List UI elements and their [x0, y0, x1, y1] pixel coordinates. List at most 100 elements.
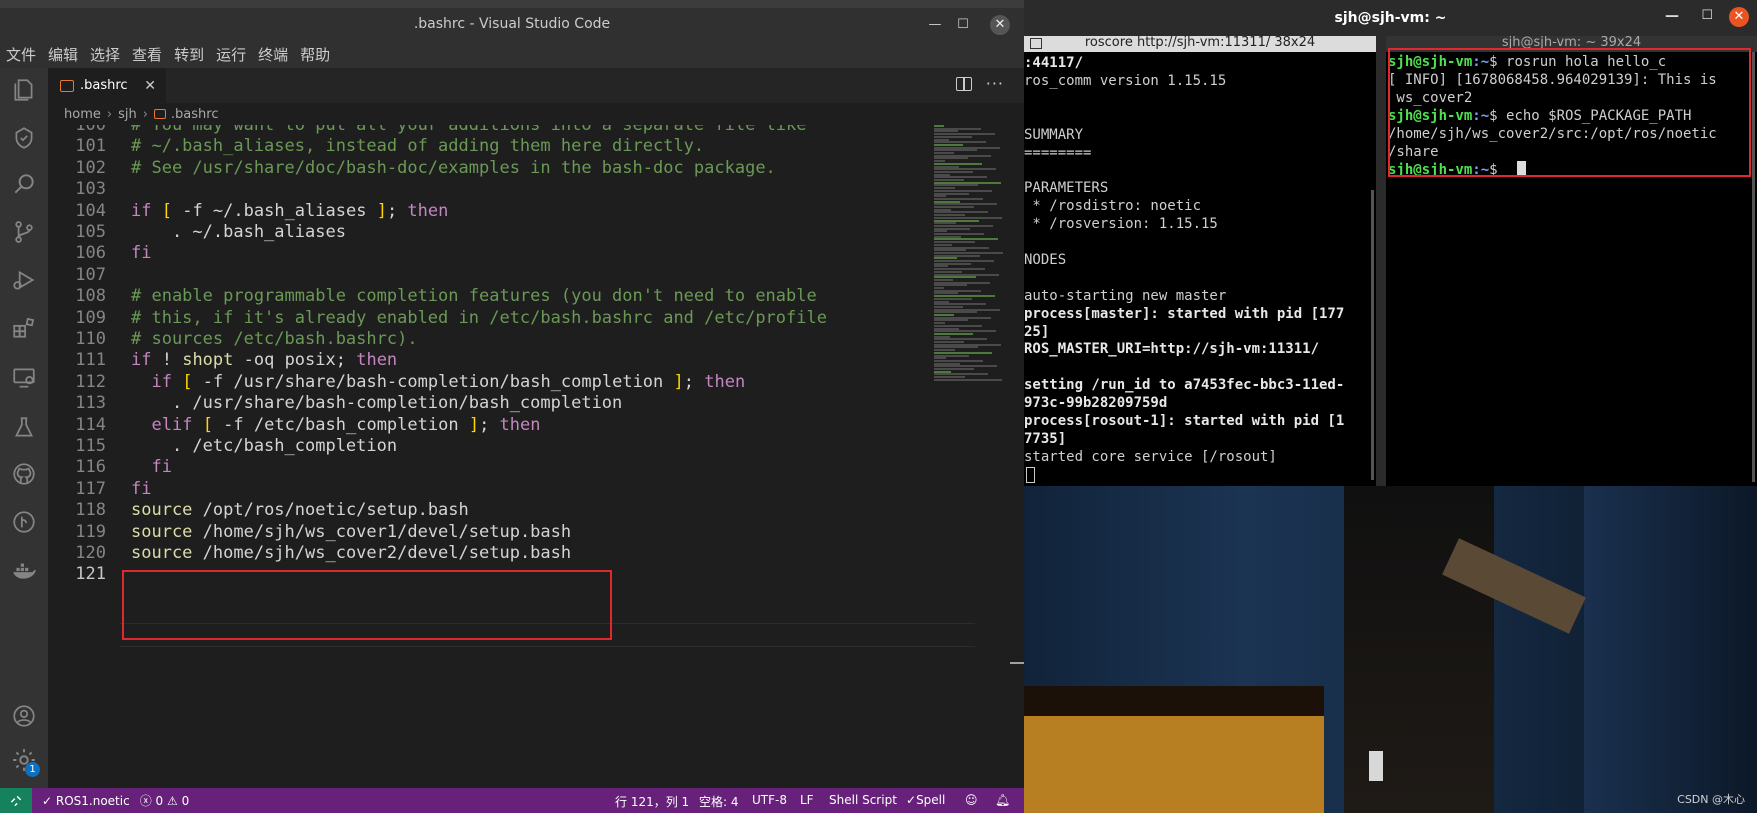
menu-view[interactable]: 查看: [132, 44, 162, 65]
code-line[interactable]: 113 . /usr/share/bash-completion/bash_co…: [48, 391, 928, 415]
code-line[interactable]: 103: [48, 177, 928, 201]
more-actions-icon[interactable]: ···: [986, 74, 1004, 93]
code-line[interactable]: 112 if [ -f /usr/share/bash-completion/b…: [48, 370, 928, 394]
pane-divider[interactable]: [1376, 36, 1386, 486]
code-line[interactable]: 102 # See /usr/share/doc/bash-doc/example…: [48, 156, 928, 180]
chevron-right-icon: ›: [142, 106, 148, 122]
testing-icon[interactable]: [0, 408, 48, 448]
indentation[interactable]: 空格: 4: [699, 793, 739, 810]
minimap-line: [934, 338, 987, 341]
feedback-icon[interactable]: ☺: [965, 793, 978, 807]
tab-bashrc[interactable]: .bashrc ✕: [48, 68, 166, 103]
maximize-button[interactable]: ☐: [954, 16, 972, 34]
code-text: # sources /etc/bash.bashrc).: [131, 329, 418, 349]
minimap-line: [934, 222, 956, 225]
window-title: .bashrc - Visual Studio Code: [413, 16, 611, 32]
extensions-icon[interactable]: [0, 308, 48, 348]
menu-edit[interactable]: 编辑: [48, 44, 78, 65]
vscode-titlebar: .bashrc - Visual Studio Code — ☐ ✕: [0, 8, 1024, 40]
code-line[interactable]: 116 fi: [48, 455, 928, 479]
remote-explorer-icon[interactable]: [0, 358, 48, 398]
github-icon[interactable]: [0, 454, 48, 494]
close-button[interactable]: ✕: [990, 15, 1010, 35]
menu-go[interactable]: 转到: [174, 44, 204, 65]
code-line[interactable]: 110 # sources /etc/bash.bashrc).: [48, 327, 928, 351]
minimap-line: [934, 341, 964, 343]
minimap-line: [934, 187, 955, 190]
search-icon[interactable]: [0, 164, 48, 204]
menu-selection[interactable]: 选择: [90, 44, 120, 65]
code-line[interactable]: 114 elif [ -f /etc/bash_completion ]; th…: [48, 413, 928, 437]
breadcrumb-file[interactable]: .bashrc: [171, 107, 219, 122]
code-line[interactable]: 101 # ~/.bash_aliases, instead of adding …: [48, 134, 928, 158]
breadcrumb-home[interactable]: home: [64, 107, 101, 122]
minimap-line: [934, 314, 954, 316]
pane1-scrollbar[interactable]: [1371, 190, 1374, 480]
code-line[interactable]: 108 # enable programmable completion feat…: [48, 284, 928, 308]
close-button[interactable]: ✕: [1729, 7, 1749, 27]
spell-checker[interactable]: ✓Spell: [906, 793, 945, 807]
ros-extension-icon[interactable]: [0, 118, 48, 158]
code-line[interactable]: 111 if ! shopt -oq posix; then: [48, 348, 928, 372]
code-line[interactable]: 115 . /etc/bash_completion: [48, 434, 928, 458]
code-line[interactable]: 106 fi: [48, 241, 928, 265]
code-line[interactable]: 105 . ~/.bash_aliases: [48, 220, 928, 244]
minimize-button[interactable]: —: [926, 16, 944, 34]
menu-help[interactable]: 帮助: [300, 44, 330, 65]
problems-indicator[interactable]: ⓧ 0 ⚠ 0: [140, 792, 190, 809]
ros-profile[interactable]: ✓ ROS1.noetic: [42, 794, 130, 808]
code-text: # enable programmable completion feature…: [131, 286, 817, 307]
minimap[interactable]: [934, 125, 1014, 385]
code-line[interactable]: 109 # this, if it's already enabled in /e…: [48, 306, 928, 330]
code-line[interactable]: 117 fi: [48, 477, 928, 501]
menu-run[interactable]: 运行: [216, 44, 246, 65]
git-graph-icon[interactable]: [0, 502, 48, 542]
minimap-line: [934, 176, 987, 179]
line-number: 104: [75, 200, 106, 221]
language-mode[interactable]: Shell Script: [829, 793, 897, 807]
bell-icon[interactable]: 🔔︎: [995, 793, 1010, 807]
minimap-line: [934, 157, 968, 160]
source-control-icon[interactable]: [0, 212, 48, 252]
menu-file[interactable]: 文件: [6, 44, 36, 65]
cursor-position[interactable]: 行 121，列 1: [615, 793, 689, 810]
code-line[interactable]: 118 source /opt/ros/noetic/setup.bash: [48, 498, 928, 522]
remote-indicator-icon[interactable]: [0, 788, 32, 813]
split-editor-icon[interactable]: [956, 77, 972, 91]
code-line[interactable]: 107: [48, 263, 928, 287]
explorer-icon[interactable]: [0, 70, 48, 110]
minimap-line: [934, 322, 945, 325]
minimize-button[interactable]: —: [1665, 8, 1679, 24]
minimap-line: [934, 179, 964, 181]
minimap-line: [934, 195, 946, 198]
code-line[interactable]: 120 source /home/sjh/ws_cover2/devel/setu…: [48, 541, 928, 565]
eol-sequence[interactable]: LF: [800, 793, 814, 807]
encoding[interactable]: UTF-8: [752, 793, 787, 807]
menu-terminal[interactable]: 终端: [258, 44, 288, 65]
minimap-line: [934, 295, 995, 298]
run-debug-icon[interactable]: [0, 260, 48, 300]
code-text: source /home/sjh/ws_cover1/devel/setup.b…: [131, 521, 572, 542]
minimap-line: [934, 162, 982, 165]
minimap-line: [934, 305, 963, 308]
tab-close-icon[interactable]: ✕: [144, 78, 156, 94]
breadcrumb-sjh[interactable]: sjh: [118, 107, 137, 122]
minimap-line: [934, 200, 960, 203]
docker-icon[interactable]: [0, 550, 48, 590]
roscore-pane-tab[interactable]: roscore http://sjh-vm:11311/ 38x24: [1024, 35, 1376, 52]
minimap-line: [934, 373, 988, 376]
code-line[interactable]: 119 source /home/sjh/ws_cover1/devel/setu…: [48, 520, 928, 544]
line-number: 117: [75, 478, 106, 499]
minimap-line: [934, 287, 944, 289]
settings-gear-icon[interactable]: [0, 740, 48, 780]
maximize-button[interactable]: ☐: [1701, 8, 1713, 23]
minimap-line: [934, 241, 975, 244]
minimap-line: [934, 227, 970, 230]
minimap-line: [934, 130, 958, 133]
pane2-scrollbar[interactable]: [1752, 52, 1755, 482]
code-editor[interactable]: 100 # You may want to put all your additi…: [48, 125, 1008, 788]
code-line[interactable]: 104 if [ -f ~/.bash_aliases ]; then: [48, 199, 928, 223]
account-icon[interactable]: [0, 696, 48, 736]
minimap-line: [934, 262, 971, 265]
minimap-line: [934, 149, 977, 152]
